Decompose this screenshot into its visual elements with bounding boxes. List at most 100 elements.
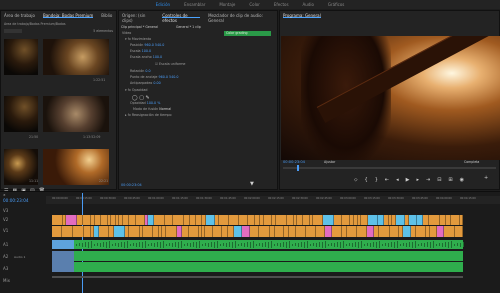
resolution-dropdown[interactable]: Completa — [464, 160, 479, 164]
timeline-clip[interactable] — [379, 226, 390, 237]
search-input[interactable] — [4, 29, 22, 33]
program-playhead[interactable] — [297, 165, 299, 171]
add-button-icon[interactable]: + — [484, 175, 488, 181]
play-icon[interactable]: ▶ — [406, 177, 410, 183]
track-mix[interactable]: Mix — [3, 278, 10, 283]
mark-out-icon[interactable]: } — [375, 177, 378, 183]
workspace-tab-ensamblar[interactable]: Ensamblar — [184, 2, 205, 9]
workspace-tab-graficos[interactable]: Gráficos — [328, 2, 344, 9]
filter-icon[interactable]: ▼ — [250, 181, 254, 187]
export-frame-icon[interactable]: ◉ — [460, 177, 464, 183]
tab-bandeja[interactable]: Bandeja: Bodas Premium — [42, 13, 94, 18]
timeline-clip[interactable] — [219, 215, 229, 225]
timeline-clip[interactable] — [166, 226, 177, 237]
timeline-clip[interactable] — [242, 226, 250, 237]
go-to-in-icon[interactable]: ⇤ — [385, 177, 389, 183]
timeline-clip[interactable] — [99, 226, 109, 237]
media-thumbnail[interactable] — [4, 39, 38, 75]
track-a1[interactable]: A1 — [3, 242, 8, 247]
media-thumbnail[interactable] — [43, 39, 109, 75]
tab-program[interactable]: Programa: General — [283, 13, 321, 18]
marker-icon[interactable]: ⬦ — [354, 177, 358, 183]
timeline-clip[interactable] — [409, 215, 417, 225]
opacity-effect[interactable]: ▾ fx Opacidad — [125, 88, 148, 93]
timeline-clip[interactable] — [430, 226, 437, 237]
timeline-clip[interactable] — [416, 226, 426, 237]
timeline-clip[interactable] — [323, 215, 334, 225]
timeline-clip[interactable] — [129, 226, 140, 237]
timeline-clip[interactable] — [342, 215, 350, 225]
rotation-row[interactable]: Rotación 0.0 — [130, 69, 151, 74]
timeline-clip[interactable] — [357, 226, 367, 237]
tab-area-trabajo[interactable]: Área de trabajo — [4, 13, 35, 18]
timeline-clip[interactable] — [460, 215, 463, 225]
timeline-clip[interactable] — [73, 226, 84, 237]
program-timecode[interactable]: 00:00:23:04 — [283, 160, 305, 164]
timeline-clip[interactable] — [205, 226, 213, 237]
opacity-row[interactable]: Opacidad 100.0 % — [130, 101, 160, 106]
timeline-clip[interactable] — [437, 226, 444, 237]
timeline-clip[interactable] — [52, 215, 63, 225]
timeline-clip[interactable] — [325, 226, 332, 237]
timeline-clip[interactable] — [52, 226, 62, 237]
workspace-tab-efectos[interactable]: Efectos — [274, 2, 289, 9]
a2-audio-clip[interactable] — [52, 251, 463, 261]
timeline-clip[interactable] — [234, 226, 242, 237]
timeline-timecode[interactable]: 00:00:23:04 — [3, 198, 29, 203]
timeline-clip[interactable] — [229, 215, 239, 225]
timeline-clip[interactable] — [451, 215, 460, 225]
step-back-icon[interactable]: ◂ — [396, 177, 399, 183]
timeline-clip[interactable] — [368, 215, 378, 225]
timeline-clip[interactable] — [259, 226, 270, 237]
timeline-clip[interactable] — [313, 215, 323, 225]
timeline-clip[interactable] — [455, 226, 463, 237]
a3-audio-clip[interactable] — [74, 262, 463, 272]
timeline-clip[interactable] — [316, 226, 325, 237]
timeline-tab[interactable]: × — [3, 193, 6, 197]
anchor-row[interactable]: Punto de anclaje 960.0 540.0 — [130, 75, 178, 80]
timeline-clip[interactable] — [83, 215, 91, 225]
blend-mode-row[interactable]: Modo de fusión Normal — [133, 107, 171, 112]
a2-dialogue-clip[interactable] — [52, 251, 74, 272]
clip-selector[interactable]: Clip principal * General — [121, 25, 158, 29]
program-scrubber[interactable] — [283, 165, 496, 171]
effect-clip-bar[interactable]: Color grading — [224, 31, 271, 36]
timeline-clip[interactable] — [444, 226, 455, 237]
mark-in-icon[interactable]: { — [365, 177, 368, 183]
antiflicker-row[interactable]: Antiparpadeo 0.00 — [130, 81, 161, 86]
timeline-clip[interactable] — [264, 215, 272, 225]
timeline-clip[interactable] — [334, 215, 342, 225]
timeline-clip[interactable] — [165, 215, 173, 225]
scale-row[interactable]: Escala 100.0 — [130, 49, 151, 54]
workspace-tab-edicion[interactable]: Edición — [156, 2, 170, 9]
timeline-clip[interactable] — [361, 215, 368, 225]
v2-track-clips[interactable] — [52, 215, 463, 225]
timeline-clip[interactable] — [101, 215, 108, 225]
timeline-clip[interactable] — [429, 215, 440, 225]
timeline-clip[interactable] — [173, 215, 184, 225]
timeline-clip[interactable] — [206, 215, 215, 225]
timeline-ruler[interactable]: 00:00:00:00 00:00:15:00 00:00:30:00 00:00:4… — [46, 196, 500, 204]
time-remap-effect[interactable]: ▸ fx Reasignación de tiempo — [125, 113, 172, 118]
timeline-clip[interactable] — [248, 215, 255, 225]
track-v2[interactable]: V2 — [3, 217, 8, 222]
timeline-clip[interactable] — [303, 215, 310, 225]
position-row[interactable]: Posición 960.0 540.0 — [130, 43, 164, 48]
workspace-tab-color[interactable]: Color — [249, 2, 259, 9]
timeline-clip[interactable] — [114, 226, 125, 237]
lift-icon[interactable]: ⊟ — [437, 177, 441, 183]
a1-music-clip[interactable] — [52, 240, 464, 249]
tab-biblio[interactable]: Biblio — [101, 13, 112, 18]
timeline-clip[interactable] — [332, 226, 342, 237]
timeline-clip[interactable] — [347, 226, 357, 237]
timeline-clip[interactable] — [66, 215, 77, 225]
uniform-scale-checkbox[interactable]: ☑ Escala uniforme — [155, 62, 185, 67]
timeline-clip[interactable] — [182, 226, 189, 237]
timeline-clip[interactable] — [390, 226, 399, 237]
timeline-clip[interactable] — [276, 215, 287, 225]
extract-icon[interactable]: ⊞ — [448, 177, 452, 183]
tab-effect-controls[interactable]: Controles de efectos — [162, 13, 201, 23]
scale-width-row[interactable]: Escala ancho 100.0 — [130, 55, 162, 60]
tab-origen[interactable]: Origen: (sin clips) — [122, 13, 154, 23]
track-a2[interactable]: A2 — [3, 254, 8, 259]
